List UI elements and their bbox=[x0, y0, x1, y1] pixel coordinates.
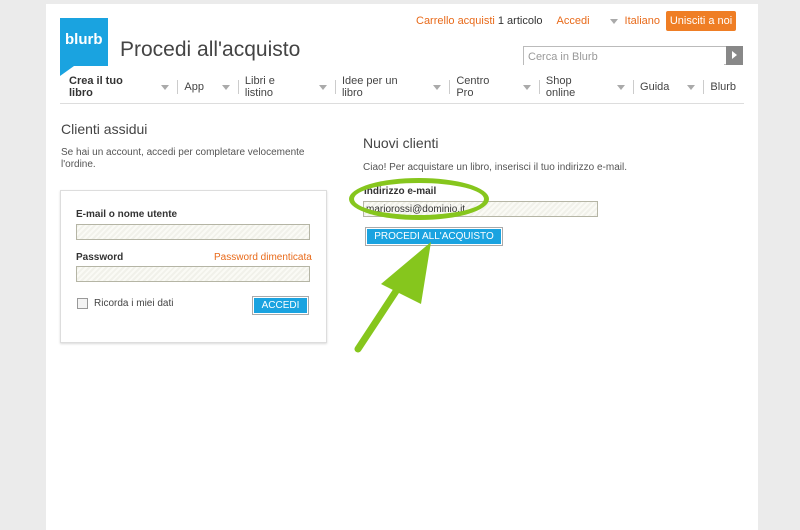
nav-item-help[interactable]: Guida bbox=[634, 78, 703, 96]
nav-item-app[interactable]: App bbox=[178, 78, 238, 96]
chevron-down-icon bbox=[522, 84, 531, 90]
nav-item-label: Libri e listino bbox=[244, 75, 275, 99]
nav-item-pro-center[interactable]: Centro Pro bbox=[450, 75, 539, 99]
nav-item-blurb[interactable]: Blurb bbox=[704, 78, 744, 96]
nav-item-label: Centro Pro bbox=[456, 75, 490, 99]
main-nav: Crea il tuo libro App Libri e listino Id… bbox=[60, 75, 744, 104]
chevron-down-icon bbox=[221, 84, 230, 90]
search-box bbox=[523, 46, 743, 66]
nav-item-label: Crea il tuo libro bbox=[69, 75, 123, 99]
nav-item-label: Blurb bbox=[710, 81, 737, 93]
remember-me-checkbox[interactable] bbox=[77, 298, 88, 309]
forgot-password-link[interactable]: Password dimenticata bbox=[214, 252, 312, 263]
nav-item-label: Guida bbox=[640, 81, 670, 93]
account-dropdown-icon[interactable] bbox=[609, 18, 618, 24]
chevron-down-icon bbox=[161, 84, 170, 90]
new-customers-title: Nuovi clienti bbox=[363, 135, 439, 151]
password-label: Password bbox=[76, 252, 124, 263]
chevron-down-icon bbox=[687, 84, 696, 90]
nav-item-label: Shop online bbox=[545, 75, 576, 99]
nav-item-label: Idee per un libro bbox=[341, 75, 398, 99]
cart-link[interactable]: Carrello acquisti bbox=[416, 15, 495, 27]
remember-me-label: Ricorda i miei dati bbox=[94, 298, 174, 309]
chevron-down-icon bbox=[617, 84, 626, 90]
nav-item-book-ideas[interactable]: Idee per un libro bbox=[336, 75, 449, 99]
highlight-ellipse bbox=[349, 178, 489, 220]
join-button[interactable]: Unisciti a noi bbox=[666, 11, 736, 31]
chevron-down-icon bbox=[318, 84, 327, 90]
language-link[interactable]: Italiano bbox=[625, 15, 660, 27]
login-button[interactable]: ACCEDI bbox=[252, 296, 309, 315]
search-input[interactable] bbox=[524, 48, 724, 66]
page-container: blurb Procedi all'acquisto Carrello acqu… bbox=[46, 4, 758, 530]
nav-item-books-pricing[interactable]: Libri e listino bbox=[239, 75, 335, 99]
logo-text: blurb bbox=[65, 31, 103, 48]
returning-customers-title: Clienti assidui bbox=[61, 121, 148, 137]
page-title: Procedi all'acquisto bbox=[120, 38, 301, 61]
new-customers-description: Ciao! Per acquistare un libro, inserisci… bbox=[363, 162, 627, 173]
nav-item-create-book[interactable]: Crea il tuo libro bbox=[60, 75, 177, 99]
login-box: E-mail o nome utente Password Password d… bbox=[60, 190, 327, 343]
username-label: E-mail o nome utente bbox=[76, 209, 178, 220]
blurb-logo[interactable]: blurb bbox=[60, 18, 108, 76]
login-link[interactable]: Accedi bbox=[557, 15, 590, 27]
nav-item-shop-online[interactable]: Shop online bbox=[540, 75, 633, 99]
search-submit-icon[interactable] bbox=[726, 46, 743, 65]
cart-count: 1 articolo bbox=[497, 15, 543, 27]
top-links: Carrello acquisti 1 articolo Accedi Ital… bbox=[416, 15, 660, 27]
password-input[interactable] bbox=[76, 266, 310, 282]
nav-item-label: App bbox=[184, 81, 204, 93]
returning-customers-description: Se hai un account, accedi per completare… bbox=[61, 147, 305, 170]
chevron-down-icon bbox=[433, 84, 442, 90]
username-input[interactable] bbox=[76, 224, 310, 240]
annotation-arrow-icon bbox=[354, 242, 431, 353]
